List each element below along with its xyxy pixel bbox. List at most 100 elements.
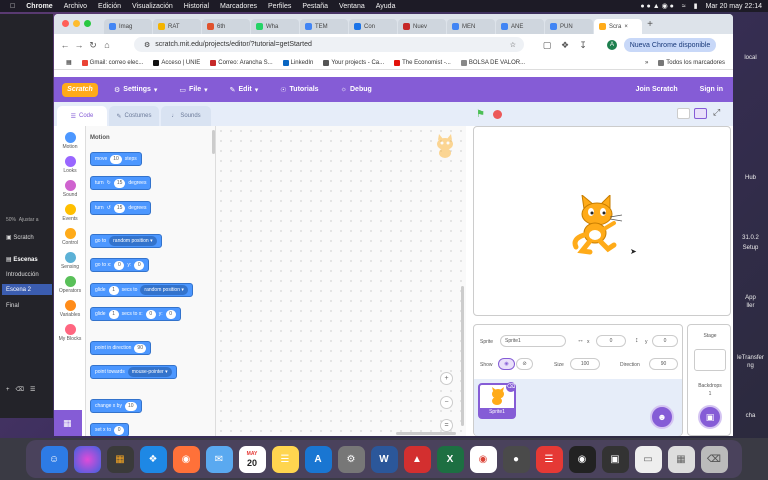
app-store-icon[interactable]: A	[304, 445, 332, 473]
launchpad-icon[interactable]: ▦	[106, 445, 134, 473]
chrome-icon[interactable]: ◉	[469, 445, 497, 473]
zoom-in-button[interactable]: +	[440, 372, 453, 385]
menu-marcadores[interactable]: Marcadores	[220, 3, 257, 10]
tab-costumes[interactable]: ✎ Costumes	[109, 106, 159, 126]
palette-scrollbar[interactable]	[212, 130, 215, 154]
sign-in-link[interactable]: Sign in	[700, 86, 723, 93]
reload-icon[interactable]: ↻	[86, 40, 100, 51]
desktop-icon-cha[interactable]: cha	[733, 413, 768, 419]
stack-app-icon[interactable]: ☰	[535, 445, 563, 473]
status-icons[interactable]: ● ● ▲ ◉ ●	[640, 2, 674, 10]
bookmark-linkedin[interactable]: LinkedIn	[282, 59, 313, 66]
x-input[interactable]: 0	[596, 335, 626, 347]
zoom-window-button[interactable]	[84, 20, 91, 27]
finder-icon[interactable]: ☺	[40, 445, 68, 473]
zoom-reset-button[interactable]: =	[440, 419, 453, 432]
scratch-logo[interactable]: Scratch	[62, 82, 98, 97]
menu-ventana[interactable]: Ventana	[339, 3, 365, 10]
normal-stage-icon[interactable]	[694, 108, 707, 119]
stage-thumbnail[interactable]	[694, 349, 726, 371]
block-glide-xy[interactable]: glide 1 secs to x: 0 y: 0	[90, 307, 181, 321]
desktop-icon-ller[interactable]: ller	[733, 303, 768, 309]
browser-tab[interactable]: Wha	[251, 19, 299, 34]
delete-sprite-icon[interactable]: ⌫	[506, 382, 516, 392]
address-bar[interactable]: ⚙ scratch.mit.edu/projects/editor/?tutor…	[134, 37, 524, 52]
block-point-direction[interactable]: point in direction 90	[90, 341, 151, 355]
site-info-icon[interactable]: ⚙	[144, 41, 150, 49]
tab-code[interactable]: ☰ Code	[57, 106, 107, 126]
browser-tab[interactable]: ANE	[496, 19, 544, 34]
obs-scene-intro[interactable]: Introducción	[2, 269, 52, 280]
settings-menu[interactable]: ⚙ Settings ▾	[114, 86, 157, 94]
add-backdrop-button[interactable]: ▣	[698, 405, 722, 429]
stage-selector[interactable]: Stage Backdrops 1 ▣	[687, 324, 731, 436]
bookmark-unie[interactable]: Acceso | UNIE	[153, 59, 200, 66]
menu-archivo[interactable]: Archivo	[64, 3, 87, 10]
browser-tab[interactable]: PUN	[545, 19, 593, 34]
tutorials-menu[interactable]: ☉ Tutorials	[280, 86, 318, 94]
stage-canvas[interactable]: ➤	[473, 126, 731, 316]
browser-tab-active[interactable]: Scra ×	[594, 19, 642, 34]
downloads-icon[interactable]: ▦	[667, 445, 695, 473]
obs-scene-2[interactable]: Escena 2	[2, 284, 52, 295]
debug-menu[interactable]: ☼ Debug	[341, 86, 372, 93]
safari-icon[interactable]: ❖	[139, 445, 167, 473]
file-menu[interactable]: ▭ File ▾	[179, 86, 207, 94]
menu-pestana[interactable]: Pestaña	[302, 3, 328, 10]
desktop-icon-ng[interactable]: ng	[733, 363, 768, 369]
desktop-icon-local[interactable]: local	[733, 55, 768, 61]
y-input[interactable]: 0	[652, 335, 678, 347]
tab-sounds[interactable]: ♩ Sounds	[161, 106, 211, 126]
home-icon[interactable]: ⌂	[100, 40, 114, 50]
direction-input[interactable]: 90	[649, 358, 678, 370]
avatar[interactable]: A	[607, 40, 617, 50]
notes-icon[interactable]: ☰	[271, 445, 299, 473]
siri-icon[interactable]	[73, 445, 101, 473]
block-glide[interactable]: glide 1 secs to random position ▾	[90, 283, 193, 297]
category-sensing[interactable]: Sensing	[54, 252, 86, 270]
browser-tab[interactable]: TEM	[300, 19, 348, 34]
all-bookmarks[interactable]: Todos los marcadores	[658, 59, 725, 66]
close-window-button[interactable]	[62, 20, 69, 27]
block-go-to[interactable]: go to random position ▾	[90, 234, 162, 248]
small-stage-icon[interactable]	[677, 108, 690, 119]
close-icon[interactable]: ×	[624, 24, 628, 30]
trash-icon[interactable]: ⌫	[16, 386, 24, 393]
category-variables[interactable]: Variables	[54, 300, 86, 318]
wifi-icon[interactable]: ≈	[682, 3, 686, 10]
browser-tab[interactable]: Con	[349, 19, 397, 34]
menu-app-name[interactable]: Chrome	[26, 3, 52, 10]
block-set-x[interactable]: set x to 0	[90, 423, 130, 436]
menu-ayuda[interactable]: Ayuda	[376, 3, 396, 10]
block-move[interactable]: move 10 steps	[90, 152, 142, 166]
browser-tab[interactable]: Imag	[104, 19, 152, 34]
menu-perfiles[interactable]: Perfiles	[268, 3, 291, 10]
fullscreen-icon[interactable]: ⤢	[713, 107, 720, 118]
bookmark-projects[interactable]: Your projects - Ca...	[323, 59, 384, 66]
add-icon[interactable]: +	[6, 387, 10, 393]
filter-icon[interactable]: ☰	[30, 386, 35, 393]
category-looks[interactable]: Looks	[54, 156, 86, 174]
code-h-scrollbar[interactable]	[396, 432, 456, 435]
cat-sprite[interactable]	[570, 193, 626, 255]
block-point-towards[interactable]: point towards mouse-pointer ▾	[90, 365, 177, 379]
download-icon[interactable]: ↧	[576, 40, 590, 51]
mail-icon[interactable]: ✉	[205, 445, 233, 473]
chrome-update-button[interactable]: Nueva Chrome disponible	[624, 38, 716, 52]
desktop-icon-app[interactable]: App	[733, 295, 768, 301]
calendar-icon[interactable]: MAY 20	[238, 445, 266, 473]
obs-icon[interactable]: ◉	[568, 445, 596, 473]
category-operators[interactable]: Operators	[54, 276, 86, 294]
puzzle-icon[interactable]: ❖	[558, 40, 572, 51]
obs-source[interactable]: ▣ Scratch	[2, 232, 52, 243]
browser-tab[interactable]: RAT	[153, 19, 201, 34]
apps-icon[interactable]: ▦	[66, 59, 72, 66]
trash-icon[interactable]: ⌫	[700, 445, 728, 473]
green-flag-icon[interactable]: ⚑	[476, 109, 485, 120]
desktop-icon-hub[interactable]: Hub	[733, 175, 768, 181]
bookmark-correo[interactable]: Correo: Arancha S...	[210, 59, 273, 66]
block-change-x[interactable]: change x by 10	[90, 399, 142, 413]
block-turn-left[interactable]: turn ↺ 15 degrees	[90, 201, 152, 215]
excel-icon[interactable]: X	[436, 445, 464, 473]
add-sprite-button[interactable]: ☻	[650, 405, 674, 429]
